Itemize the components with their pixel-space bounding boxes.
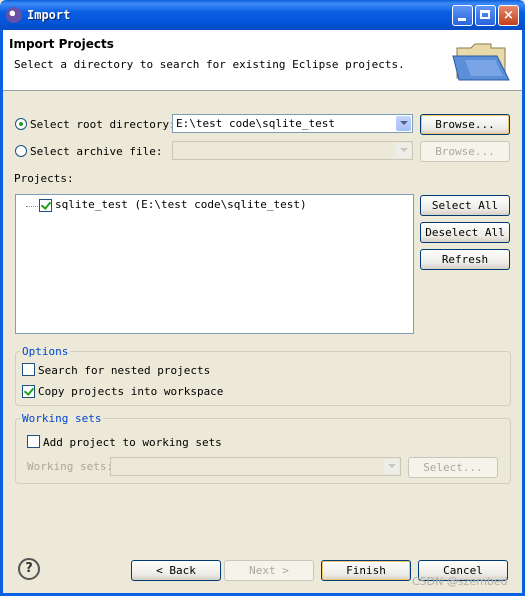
minimize-icon: [458, 18, 466, 21]
options-group-label: Options: [20, 345, 71, 358]
select-all-button[interactable]: Select All: [420, 195, 510, 216]
window-title: Import: [27, 8, 71, 22]
projects-list[interactable]: sqlite_test (E:\test code\sqlite_test): [15, 194, 414, 334]
root-browse-button[interactable]: Browse...: [420, 114, 510, 135]
close-button[interactable]: ×: [498, 5, 519, 26]
root-directory-combo[interactable]: E:\test code\sqlite_test: [172, 114, 413, 133]
import-dialog: Import × Import Projects Select a direct…: [0, 0, 525, 596]
copy-projects-label[interactable]: Copy projects into workspace: [38, 385, 223, 398]
title-bar[interactable]: Import ×: [0, 0, 525, 30]
archive-file-radio[interactable]: [15, 145, 27, 157]
back-button[interactable]: < Back: [131, 560, 221, 581]
finish-button[interactable]: Finish: [321, 560, 411, 581]
archive-browse-button: Browse...: [420, 141, 510, 162]
refresh-button[interactable]: Refresh: [420, 249, 510, 270]
maximize-button[interactable]: [475, 5, 496, 26]
nested-projects-label[interactable]: Search for nested projects: [38, 364, 210, 377]
add-to-working-sets-checkbox[interactable]: [27, 435, 40, 448]
help-icon[interactable]: ?: [18, 558, 40, 580]
working-sets-combo: [110, 457, 401, 476]
working-sets-group-label: Working sets: [20, 412, 104, 425]
archive-file-combo: [172, 141, 413, 160]
tree-connector: [26, 206, 38, 207]
maximize-icon: [480, 10, 490, 19]
deselect-all-button[interactable]: Deselect All: [420, 222, 510, 243]
minimize-button[interactable]: [452, 5, 473, 26]
select-working-sets-button: Select...: [408, 457, 498, 478]
watermark: CSDN @szembed: [412, 575, 508, 588]
chevron-down-icon: [396, 143, 411, 158]
folder-icon: [452, 43, 510, 81]
chevron-down-icon: [384, 459, 399, 474]
project-label: sqlite_test (E:\test code\sqlite_test): [55, 198, 307, 211]
list-item[interactable]: sqlite_test (E:\test code\sqlite_test): [26, 198, 406, 214]
working-sets-label: Working sets:: [27, 460, 114, 473]
nested-projects-checkbox[interactable]: [22, 363, 35, 376]
eclipse-icon: [6, 7, 22, 23]
wizard-header: Import Projects Select a directory to se…: [3, 30, 522, 91]
archive-file-label[interactable]: Select archive file:: [30, 145, 162, 158]
copy-projects-checkbox[interactable]: [22, 385, 35, 398]
add-to-working-sets-label[interactable]: Add project to working sets: [43, 436, 222, 449]
root-directory-value: E:\test code\sqlite_test: [176, 117, 335, 130]
chevron-down-icon[interactable]: [396, 116, 411, 131]
projects-label: Projects:: [14, 172, 74, 185]
page-title: Import Projects: [9, 37, 114, 51]
root-directory-label[interactable]: Select root directory:: [30, 118, 176, 131]
project-checkbox[interactable]: [39, 199, 52, 212]
page-description: Select a directory to search for existin…: [14, 58, 405, 71]
next-button: Next >: [224, 560, 314, 581]
close-icon: ×: [503, 8, 514, 23]
root-directory-radio[interactable]: [15, 118, 27, 130]
window-border-left: [0, 30, 3, 596]
